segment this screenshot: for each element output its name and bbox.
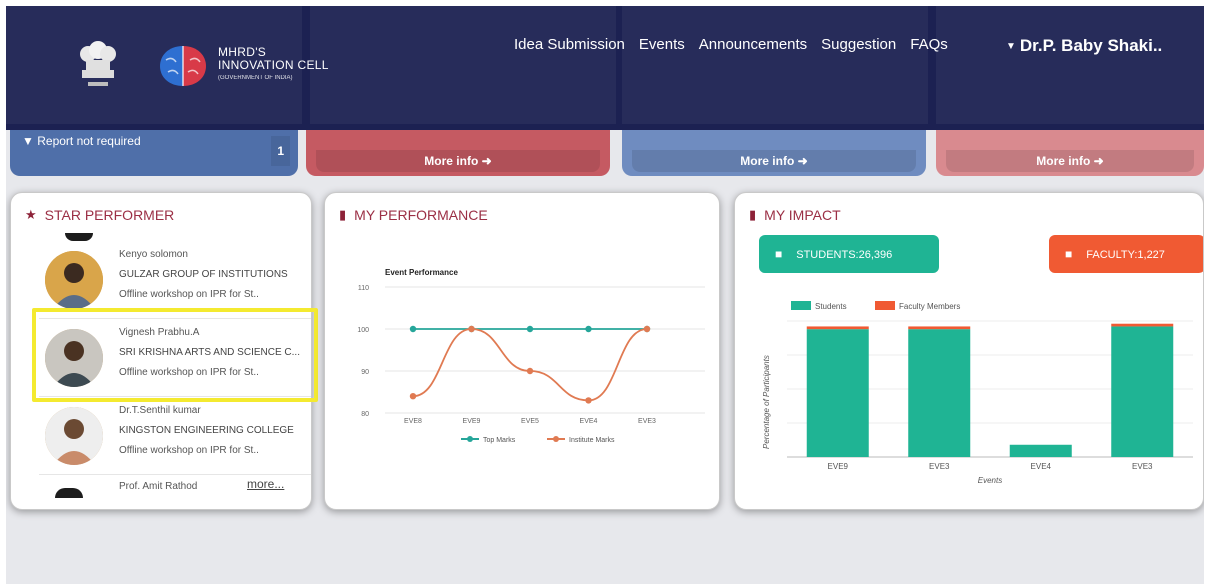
data-point xyxy=(526,325,534,333)
avatar xyxy=(45,407,103,465)
nav-faqs[interactable]: FAQs xyxy=(910,36,948,53)
brand-line3: (GOVERNMENT OF INDIA) xyxy=(218,75,293,81)
x-tick-label: EVE9 xyxy=(828,462,849,471)
legend-label: Students xyxy=(815,302,847,311)
stat-tile-4: More info ➜ xyxy=(936,130,1204,176)
x-tick-label: EVE4 xyxy=(1031,462,1052,471)
performer-institute: KINGSTON ENGINEERING COLLEGE xyxy=(119,425,294,436)
arrow-circle-icon: ➜ xyxy=(1093,154,1104,168)
avatar xyxy=(55,488,83,498)
my-impact-card: ▮ MY IMPACT ■ STUDENTS:26,396 ■ FACULTY:1,… xyxy=(734,192,1204,510)
caret-down-icon: ▼ xyxy=(1006,41,1016,52)
my-performance-card: ▮ MY PERFORMANCE Event Performance 80 90 10… xyxy=(324,192,720,510)
performer-name: Prof. Amit Rathod xyxy=(119,481,198,492)
y-tick-label: 110 xyxy=(358,285,369,292)
legend-swatch-dot xyxy=(467,436,473,442)
participation-chart: Students Faculty Members Percentage of Par… xyxy=(762,301,1193,485)
x-tick-label: EVE9 xyxy=(463,418,481,425)
background-ghost-panel xyxy=(936,6,1204,124)
performer-workshop: Offline workshop on IPR for St.. xyxy=(119,289,259,300)
nav-idea-submission[interactable]: Idea Submission xyxy=(514,36,625,53)
legend-swatch-dot xyxy=(553,436,559,442)
arrow-circle-icon: ➜ xyxy=(797,154,808,168)
performer-workshop: Offline workshop on IPR for St.. xyxy=(119,445,259,456)
stat-tile-2: More info ➜ xyxy=(306,130,610,176)
bar-0 xyxy=(806,329,869,457)
arrow-circle-icon: ➜ xyxy=(481,154,492,168)
series-line-1 xyxy=(412,328,648,402)
report-label: Report not required xyxy=(37,134,141,148)
legend-swatch xyxy=(791,301,811,310)
y-tick-label: 80 xyxy=(361,411,369,418)
user-name: Dr.P. Baby Shaki.. xyxy=(1019,36,1163,55)
nav-suggestion[interactable]: Suggestion xyxy=(821,36,896,53)
more-info-label: More info xyxy=(1036,154,1091,168)
list-item[interactable]: Dr.T.Senthil kumar KINGSTON ENGINEERING … xyxy=(39,397,311,475)
nav-announcements[interactable]: Announcements xyxy=(699,36,807,53)
data-point xyxy=(585,325,592,333)
x-tick-label: EVE3 xyxy=(638,418,656,425)
data-point xyxy=(409,325,417,333)
bar-1 xyxy=(806,326,869,330)
x-axis-label: Events xyxy=(978,476,1002,485)
nav-links: Idea Submission Events Announcements Sug… xyxy=(514,36,948,53)
y-axis-label: Percentage of Participants xyxy=(762,355,771,449)
more-info-button[interactable]: More info ➜ xyxy=(946,150,1194,172)
x-tick-label: EVE4 xyxy=(580,418,598,425)
bar-1 xyxy=(1111,323,1174,327)
legend-swatch xyxy=(875,301,895,310)
bar-1 xyxy=(908,326,971,330)
bar-0 xyxy=(908,329,971,457)
legend-label: Faculty Members xyxy=(899,302,960,311)
x-tick-label: EVE3 xyxy=(929,462,950,471)
event-performance-chart: Event Performance 80 90 100 110 EVE8 EVE9 EVE5 E… xyxy=(357,268,705,444)
innovation-cell-logo-icon xyxy=(160,46,206,86)
legend-label: Top Marks xyxy=(483,437,516,444)
star-performer-title: ★ STAR PERFORMER xyxy=(25,207,174,223)
report-status: ▼ Report not required xyxy=(22,134,141,148)
stat-tile-3: More info ➜ xyxy=(622,130,926,176)
avatar xyxy=(65,233,93,241)
highlight-box xyxy=(32,308,318,402)
user-menu[interactable]: ▼ Dr.P. Baby Shaki.. xyxy=(1006,36,1162,56)
brand-text[interactable]: MHRD'S INNOVATION CELL (GOVERNMENT OF IN… xyxy=(218,46,329,85)
x-tick-label: EVE5 xyxy=(521,418,539,425)
star-icon: ★ xyxy=(25,207,37,222)
data-point xyxy=(643,325,651,333)
performer-name: Kenyo solomon xyxy=(119,249,188,260)
person-photo-icon xyxy=(45,407,103,465)
data-point xyxy=(409,393,417,400)
stat-tile-reports: ▼ Report not required 1 xyxy=(10,130,298,176)
more-info-label: More info xyxy=(740,154,795,168)
government-emblem-icon xyxy=(80,41,116,86)
more-link[interactable]: more... xyxy=(247,477,284,491)
bar-0 xyxy=(1111,326,1174,457)
x-tick-label: EVE8 xyxy=(404,418,422,425)
data-point xyxy=(526,367,534,375)
brand-line2: INNOVATION CELL xyxy=(218,58,329,72)
y-tick-label: 100 xyxy=(357,327,369,334)
background-ghost-panel xyxy=(622,6,928,124)
report-count: 1 xyxy=(271,136,290,166)
person-photo-icon xyxy=(45,251,103,309)
data-point xyxy=(585,397,592,404)
legend-label: Institute Marks xyxy=(569,437,615,444)
thumbs-down-icon: ▼ xyxy=(22,134,34,148)
more-info-label: More info xyxy=(424,154,479,168)
x-tick-label: EVE3 xyxy=(1132,462,1153,471)
nav-events[interactable]: Events xyxy=(639,36,685,53)
background-ghost-panel xyxy=(310,6,616,124)
bar-0 xyxy=(1009,444,1072,457)
y-tick-label: 90 xyxy=(361,369,369,376)
data-point xyxy=(468,325,475,333)
performer-institute: GULZAR GROUP OF INSTITUTIONS xyxy=(119,269,288,280)
more-info-button[interactable]: More info ➜ xyxy=(316,150,600,172)
star-performer-heading: STAR PERFORMER xyxy=(44,207,175,223)
more-info-button[interactable]: More info ➜ xyxy=(632,150,916,172)
screen: MHRD'S INNOVATION CELL (GOVERNMENT OF IN… xyxy=(6,6,1204,584)
top-navbar: MHRD'S INNOVATION CELL (GOVERNMENT OF IN… xyxy=(6,6,1204,130)
avatar xyxy=(45,251,103,309)
performer-name: Dr.T.Senthil kumar xyxy=(119,405,201,416)
chart-title: Event Performance xyxy=(385,268,458,277)
